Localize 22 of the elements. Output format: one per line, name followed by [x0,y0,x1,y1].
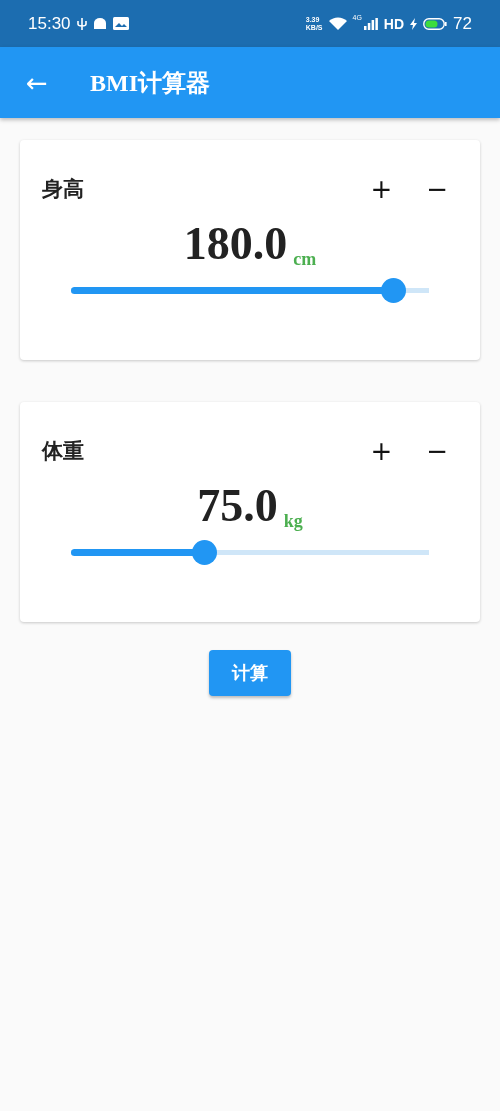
wifi-icon [328,17,347,30]
unit-text: cm [293,249,317,270]
app-title: BMI计算器 [90,68,210,98]
status-time: 15:30 [28,13,71,34]
value-text: 180.0 [183,218,288,270]
image-icon [112,17,129,30]
signal-icon [363,17,378,30]
decrement-button[interactable]: − [414,436,460,466]
field-label: 身高 [42,176,84,203]
charging-icon [410,17,418,30]
increment-button[interactable]: + [358,174,405,204]
hd-label: HD [383,15,405,32]
increment-button[interactable]: + [358,436,405,466]
battery-icon [423,17,448,30]
usb-icon [76,16,87,31]
field-label: 体重 [42,438,84,465]
slider-thumb[interactable] [192,540,218,565]
unit-text: kg [283,511,303,532]
value-text: 75.0 [197,480,278,532]
battery-percent: 72 [453,13,472,34]
decrement-button[interactable]: − [414,174,460,204]
slider-thumb[interactable] [380,278,406,303]
